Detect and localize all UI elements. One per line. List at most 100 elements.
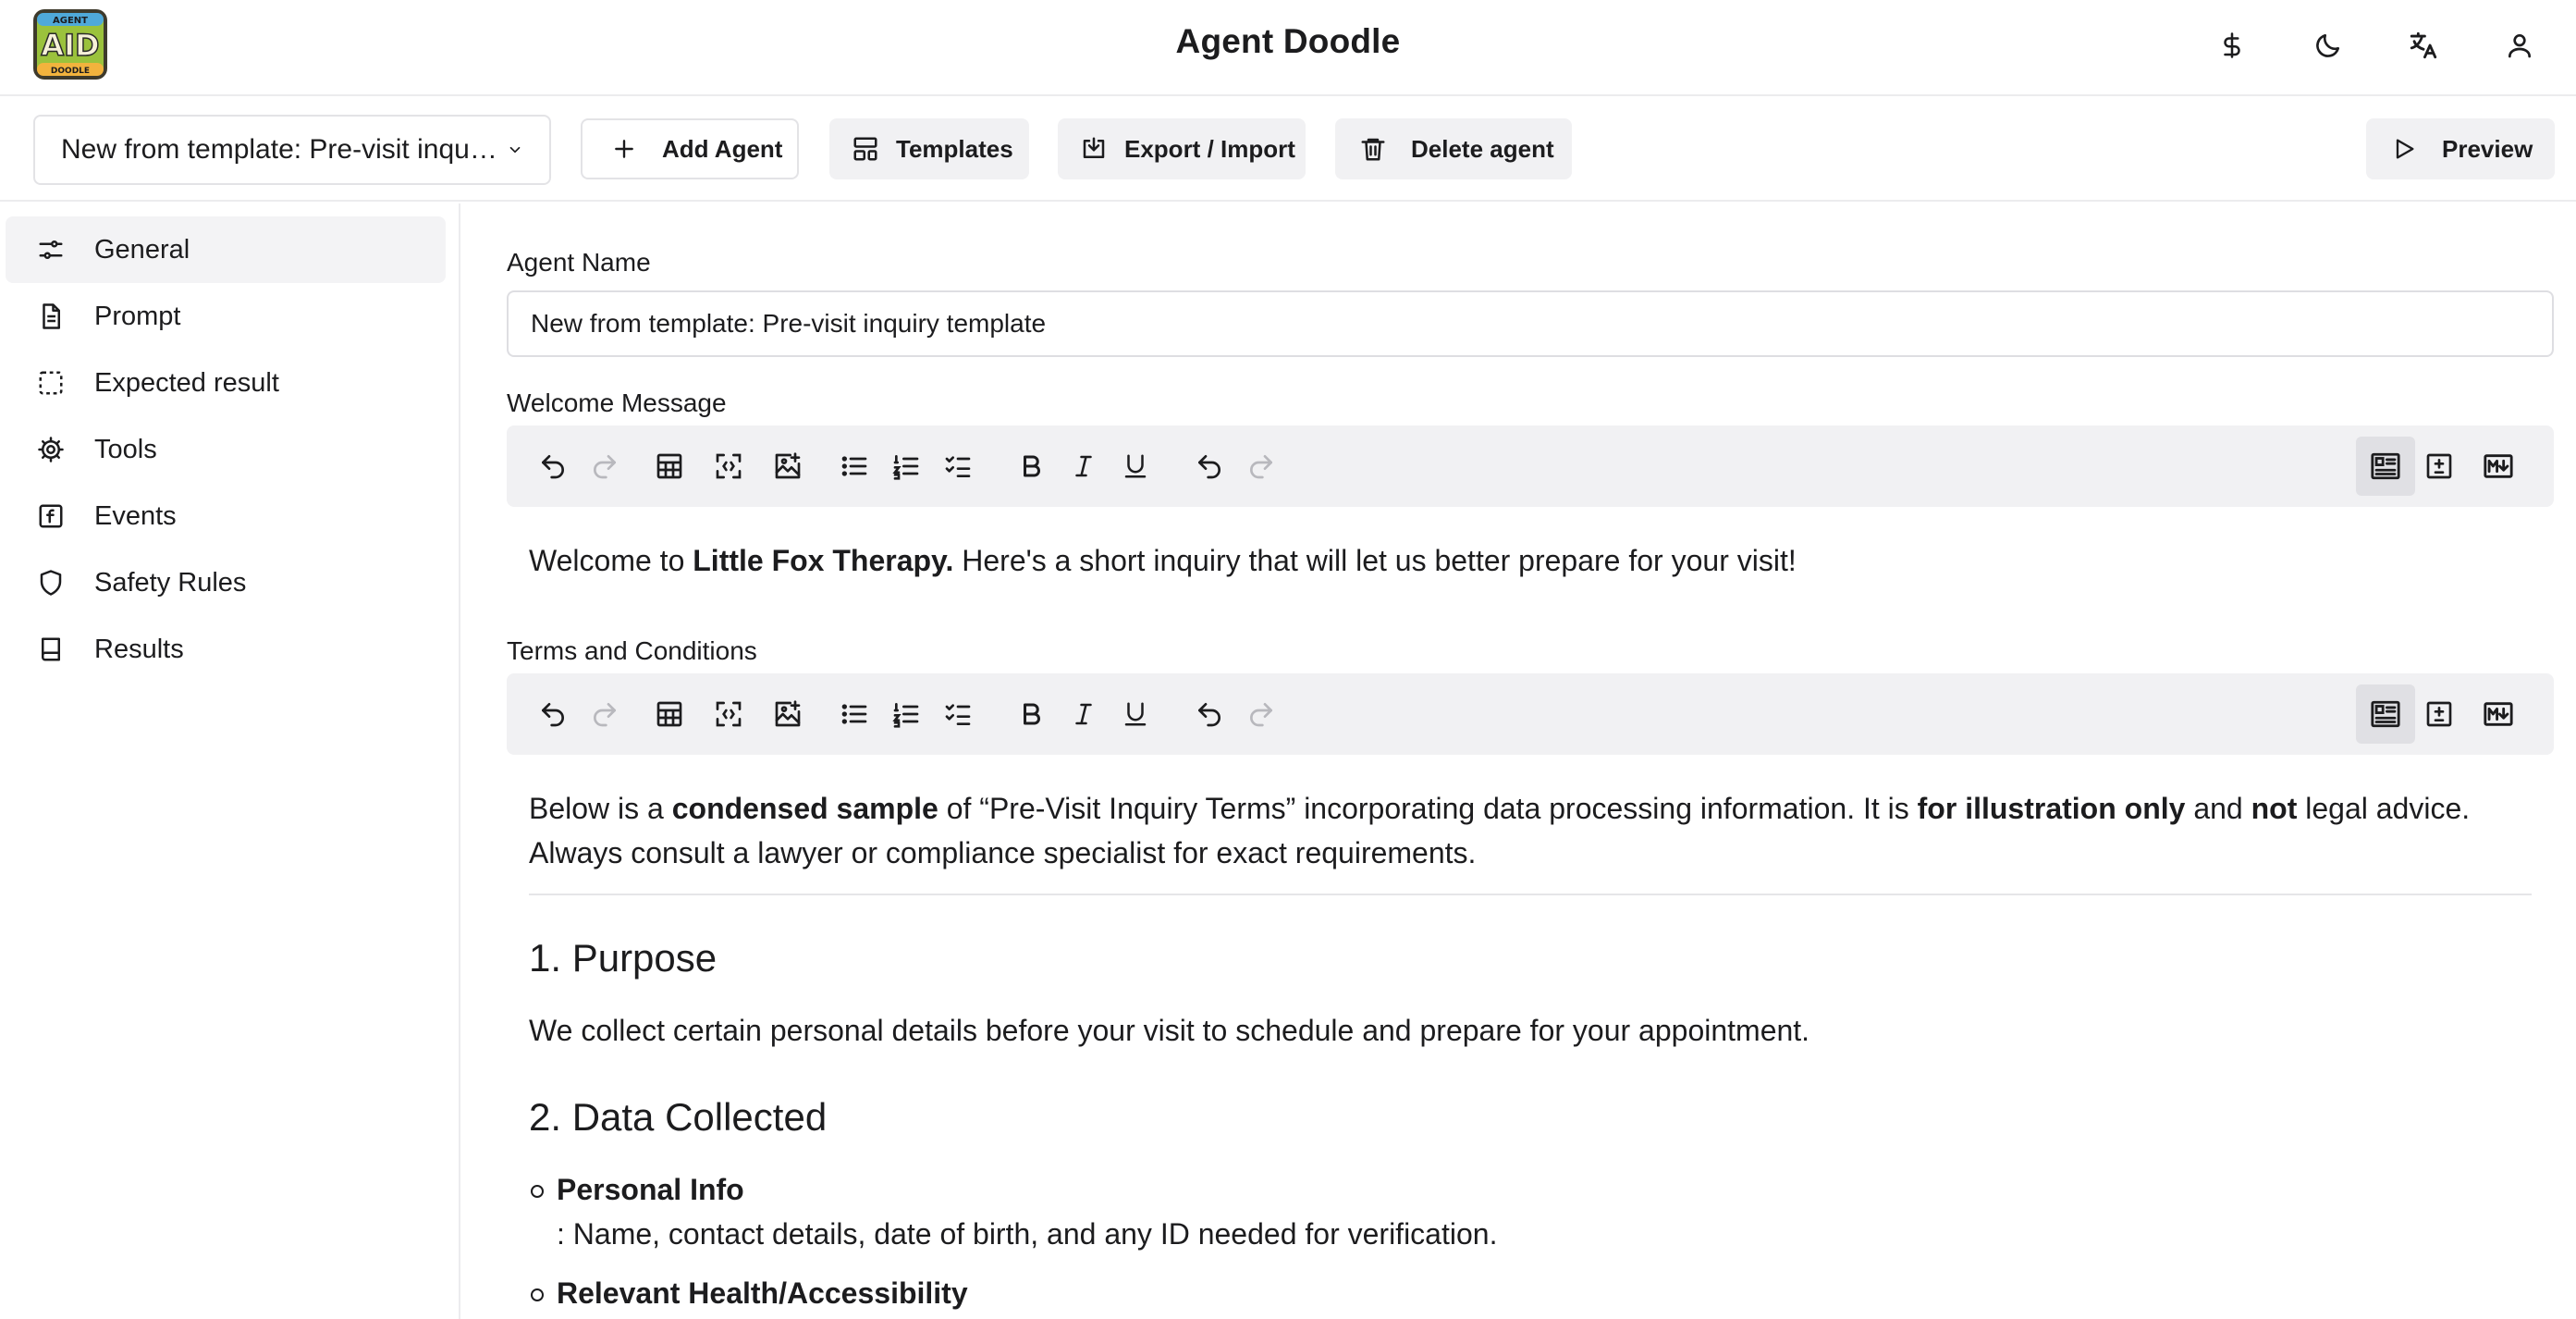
italic-icon[interactable]: [1060, 442, 1108, 490]
terms-bold-text: not: [2251, 792, 2298, 825]
divider: [529, 894, 2532, 895]
markdown-mode-icon[interactable]: [2474, 690, 2522, 738]
gear-icon: [35, 434, 67, 465]
table-icon[interactable]: [645, 690, 693, 738]
list-item-title: Relevant Health/Accessibility: [557, 1276, 968, 1310]
terms-bold-text: condensed sample: [671, 792, 938, 825]
app-header: AGENT AID DOODLE Agent Doodle: [0, 0, 2576, 96]
code-block-icon[interactable]: [705, 690, 753, 738]
welcome-editor-toolbar: [507, 425, 2554, 507]
agent-name-input[interactable]: [507, 290, 2554, 357]
moon-icon[interactable]: [2307, 24, 2349, 67]
list-bullet: [531, 1185, 544, 1198]
preview-label: Preview: [2442, 134, 2533, 163]
redo-icon[interactable]: [1237, 690, 1285, 738]
undo-icon[interactable]: [1185, 690, 1233, 738]
section-heading-purpose: 1. Purpose: [529, 936, 718, 980]
sliders-icon: [35, 234, 67, 265]
plus-icon: [608, 133, 640, 165]
image-add-icon[interactable]: [764, 442, 812, 490]
checklist-icon[interactable]: [934, 442, 982, 490]
trash-icon: [1357, 133, 1389, 165]
undo-icon[interactable]: [529, 442, 577, 490]
shield-icon: [35, 567, 67, 598]
export-import-label: Export / Import: [1124, 134, 1295, 163]
redo-icon[interactable]: [1237, 442, 1285, 490]
dollar-icon[interactable]: [2211, 24, 2253, 67]
italic-icon[interactable]: [1060, 690, 1108, 738]
delete-agent-button[interactable]: Delete agent: [1335, 118, 1572, 179]
welcome-message-label: Welcome Message: [507, 388, 727, 417]
sidebar-item-expected-result[interactable]: Expected result: [6, 350, 446, 416]
rich-text-mode-icon[interactable]: [2356, 437, 2415, 496]
document-icon: [35, 301, 67, 332]
export-import-button[interactable]: Export / Import: [1058, 118, 1306, 179]
sidebar-item-label: Prompt: [94, 301, 181, 331]
diff-mode-icon[interactable]: [2415, 690, 2463, 738]
sidebar-item-results[interactable]: Results: [6, 616, 446, 683]
sidebar-item-label: Events: [94, 500, 177, 531]
checklist-icon[interactable]: [934, 690, 982, 738]
sidebar-item-safety-rules[interactable]: Safety Rules: [6, 549, 446, 616]
undo-icon[interactable]: [1185, 442, 1233, 490]
svg-text:DOODLE: DOODLE: [51, 67, 90, 76]
app-title: Agent Doodle: [1175, 22, 1401, 60]
diff-mode-icon[interactable]: [2415, 442, 2463, 490]
numbered-list-icon[interactable]: [882, 442, 930, 490]
sidebar-item-label: Expected result: [94, 367, 279, 398]
bold-icon[interactable]: [1008, 690, 1056, 738]
agent-select-value: New from template: Pre-visit inquiry tem…: [61, 134, 497, 165]
add-agent-button[interactable]: Add Agent: [581, 118, 799, 179]
sidebar-item-label: General: [94, 234, 190, 265]
sidebar-item-tools[interactable]: Tools: [6, 416, 446, 483]
agent-toolbar: New from template: Pre-visit inquiry tem…: [0, 98, 2576, 202]
underline-icon[interactable]: [1111, 442, 1159, 490]
sidebar-item-events[interactable]: Events: [6, 483, 446, 549]
underline-icon[interactable]: [1111, 690, 1159, 738]
rich-text-mode-icon[interactable]: [2356, 684, 2415, 744]
terms-text: and: [2185, 792, 2251, 825]
terms-editor-toolbar: [507, 673, 2554, 755]
templates-label: Templates: [896, 134, 1013, 163]
user-icon[interactable]: [2498, 24, 2541, 67]
bullet-list-icon[interactable]: [830, 442, 878, 490]
welcome-text: Here's a short inquiry that will let us …: [953, 544, 1797, 577]
add-agent-label: Add Agent: [662, 134, 783, 163]
chevron-down-icon: [507, 142, 523, 158]
templates-button[interactable]: Templates: [829, 118, 1029, 179]
sidebar-item-prompt[interactable]: Prompt: [6, 283, 446, 350]
list-item-text: : Name, contact details, date of birth, …: [557, 1217, 1498, 1251]
bold-icon[interactable]: [1008, 442, 1056, 490]
code-block-icon[interactable]: [705, 442, 753, 490]
function-icon: [35, 500, 67, 532]
translate-icon[interactable]: [2402, 24, 2445, 67]
markdown-mode-icon[interactable]: [2474, 442, 2522, 490]
image-add-icon[interactable]: [764, 690, 812, 738]
terms-text: Always consult a lawyer or compliance sp…: [529, 836, 1477, 869]
numbered-list-icon[interactable]: [882, 690, 930, 738]
list-item: Personal Info : Name, contact details, d…: [557, 1167, 2559, 1256]
welcome-message-content[interactable]: Welcome to Little Fox Therapy. Here's a …: [529, 538, 2532, 583]
import-icon: [1078, 133, 1110, 165]
sidebar-item-label: Tools: [94, 434, 157, 464]
sidebar: General Prompt Expected result Tools Eve…: [0, 203, 460, 1319]
agent-select[interactable]: New from template: Pre-visit inquiry tem…: [33, 115, 551, 185]
preview-button[interactable]: Preview: [2366, 118, 2555, 179]
list-item: Relevant Health/Accessibility: [557, 1271, 2559, 1315]
bullet-list-icon[interactable]: [830, 690, 878, 738]
sidebar-item-general[interactable]: General: [6, 216, 446, 283]
terms-intro-paragraph[interactable]: Below is a condensed sample of “Pre-Visi…: [529, 786, 2532, 875]
redo-icon[interactable]: [581, 690, 629, 738]
terms-bold-text: for illustration only: [1917, 792, 2186, 825]
list-bullet: [531, 1288, 544, 1301]
undo-icon[interactable]: [529, 690, 577, 738]
terms-text: of “Pre-Visit Inquiry Terms” incorporati…: [938, 792, 1918, 825]
table-icon[interactable]: [645, 442, 693, 490]
dashed-square-icon: [35, 367, 67, 399]
purpose-paragraph: We collect certain personal details befo…: [529, 1014, 1810, 1047]
layout-template-icon: [850, 133, 881, 165]
redo-icon[interactable]: [581, 442, 629, 490]
play-icon: [2388, 133, 2420, 165]
book-icon: [35, 634, 67, 665]
delete-agent-label: Delete agent: [1411, 134, 1554, 163]
